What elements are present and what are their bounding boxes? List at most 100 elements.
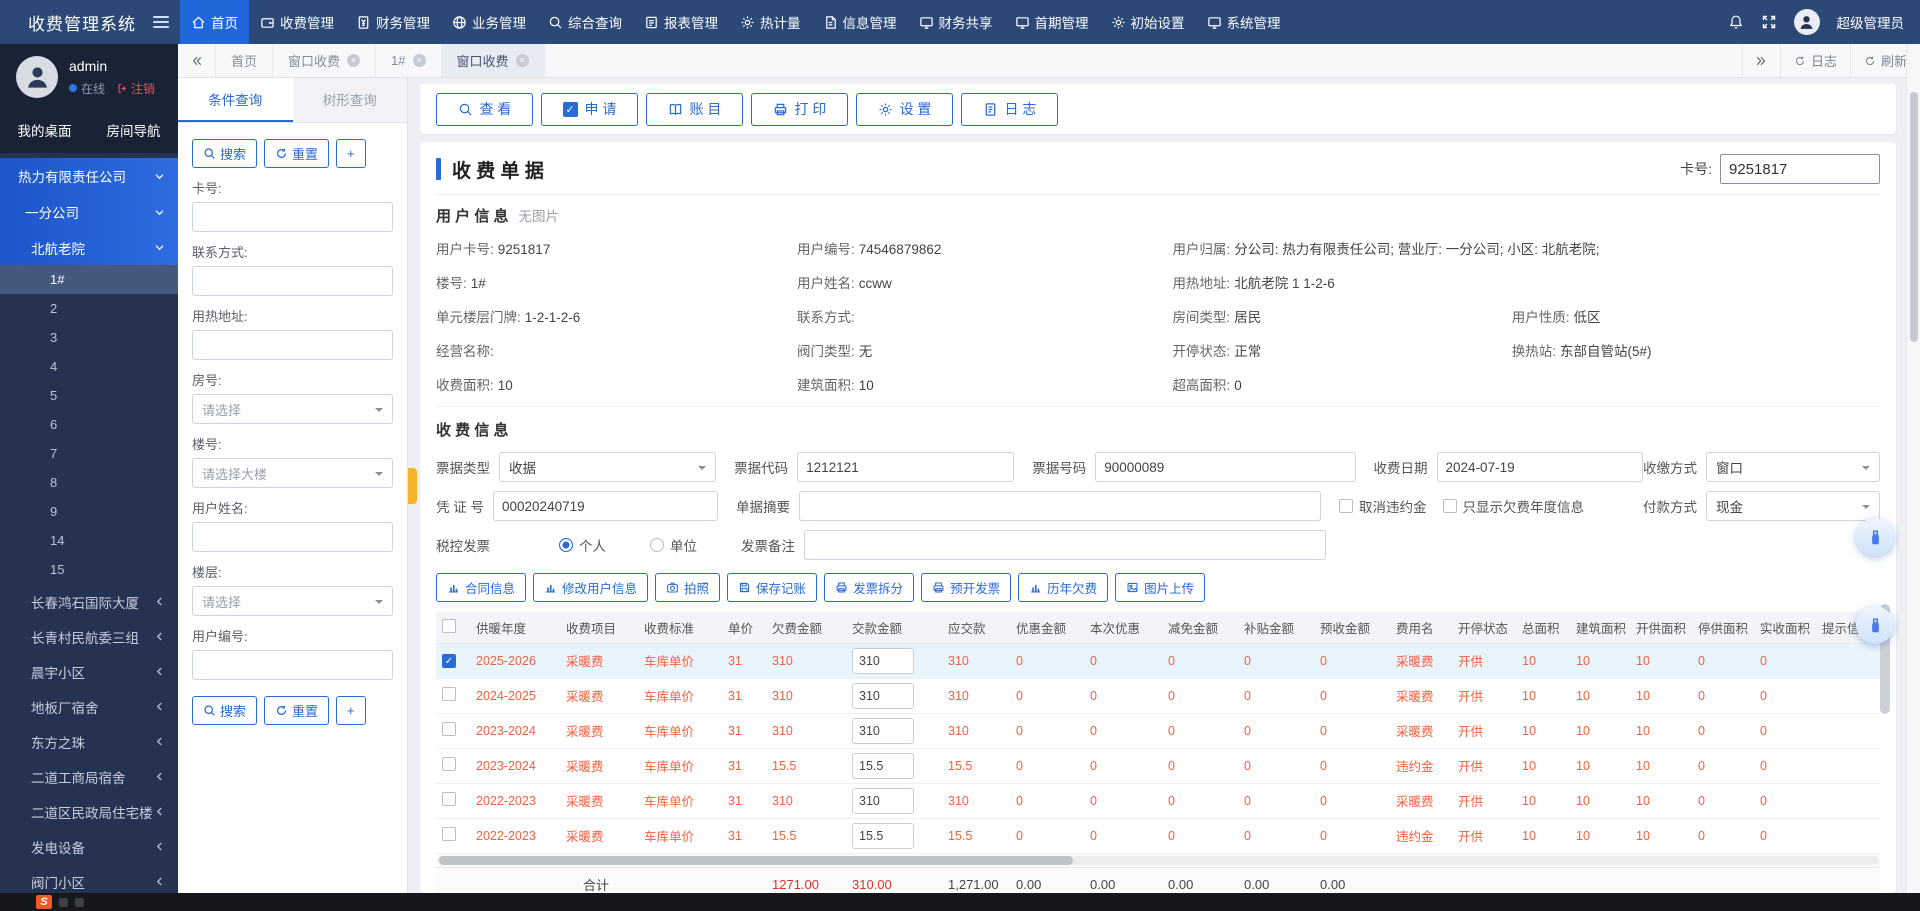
panel-collapse-handle[interactable] xyxy=(408,468,417,504)
action-button-3[interactable]: 保存记账 xyxy=(727,573,817,602)
query-search-button[interactable]: 搜索 xyxy=(192,139,257,168)
tree-item-6[interactable]: 4 xyxy=(0,352,178,381)
tree-item-21[interactable]: 发电设备 xyxy=(0,829,178,864)
column-header-arrears[interactable]: 欠费金额 xyxy=(766,612,846,643)
column-header-area_total[interactable]: 总面积 xyxy=(1516,612,1570,643)
card-reader-float-button-2[interactable] xyxy=(1856,606,1894,644)
tree-item-1[interactable]: 一分公司 xyxy=(0,194,178,230)
row-checkbox[interactable] xyxy=(442,722,456,736)
tree-item-20[interactable]: 二道区民政局住宅楼 xyxy=(0,794,178,829)
tax-invoice-company-radio[interactable]: 单位 xyxy=(650,535,697,555)
sidebar-tab-desktop[interactable]: 我的桌面 xyxy=(0,108,89,153)
tree-item-12[interactable]: 14 xyxy=(0,526,178,555)
tree-item-4[interactable]: 2 xyxy=(0,294,178,323)
cancel-penalty-checkbox[interactable]: 取消违约金 xyxy=(1339,496,1427,516)
tab-condition-query[interactable]: 条件查询 xyxy=(178,78,293,122)
column-header-pay[interactable]: 交款金额 xyxy=(846,612,942,643)
query-add-button[interactable]: + xyxy=(336,139,366,168)
action-button-2[interactable]: 拍照 xyxy=(655,573,720,602)
row-checkbox[interactable] xyxy=(442,757,456,771)
only-arrears-checkbox-box[interactable] xyxy=(1443,499,1457,513)
document-tab-2[interactable]: 1#× xyxy=(376,44,441,77)
collect-method-select[interactable]: 窗口 xyxy=(1706,452,1880,482)
row-checkbox[interactable] xyxy=(442,687,456,701)
action-button-4[interactable]: 发票拆分 xyxy=(824,573,914,602)
topnav-item-11[interactable]: 系统管理 xyxy=(1196,0,1292,44)
pay-method-select[interactable]: 现金 xyxy=(1706,491,1880,521)
page-scrollbar-thumb[interactable] xyxy=(1910,92,1918,342)
query-field-select-3[interactable]: 请选择 xyxy=(192,394,393,424)
action-button-5[interactable]: 预开发票 xyxy=(921,573,1011,602)
row-checkbox[interactable] xyxy=(442,827,456,841)
topnav-item-3[interactable]: 业务管理 xyxy=(441,0,537,44)
close-icon[interactable]: × xyxy=(516,54,529,67)
table-row-2[interactable]: 2023-2024采暖费车库单价3131031000000采暖费开供101010… xyxy=(436,713,1880,748)
pay-amount-input[interactable] xyxy=(852,823,914,849)
tree-item-0[interactable]: 热力有限责任公司 xyxy=(0,158,178,194)
column-header-onoff[interactable]: 开停状态 xyxy=(1452,612,1516,643)
document-tab-3[interactable]: 窗口收费× xyxy=(442,44,545,77)
topnav-item-5[interactable]: 报表管理 xyxy=(633,0,729,44)
cancel-penalty-checkbox-box[interactable] xyxy=(1339,499,1353,513)
pay-amount-input[interactable] xyxy=(852,648,914,674)
fullscreen-icon[interactable] xyxy=(1761,14,1777,30)
tree-item-13[interactable]: 15 xyxy=(0,555,178,584)
column-header-fee_name[interactable]: 费用名 xyxy=(1390,612,1452,643)
user-avatar[interactable] xyxy=(1794,9,1820,35)
pay-amount-input[interactable] xyxy=(852,753,914,779)
column-header-standard[interactable]: 收费标准 xyxy=(638,612,722,643)
row-checkbox[interactable] xyxy=(442,792,456,806)
table-row-4[interactable]: 2022-2023采暖费车库单价3131031000000采暖费开供101010… xyxy=(436,783,1880,818)
log-button[interactable]: 日志 xyxy=(1780,44,1850,77)
column-header-subsidy[interactable]: 补贴金额 xyxy=(1238,612,1314,643)
card-no-input[interactable] xyxy=(1720,154,1880,184)
invoice-note-input[interactable] xyxy=(804,530,1326,560)
close-icon[interactable]: × xyxy=(413,54,426,67)
close-icon[interactable]: × xyxy=(347,54,360,67)
tree-item-11[interactable]: 9 xyxy=(0,497,178,526)
tree-item-9[interactable]: 7 xyxy=(0,439,178,468)
summary-input[interactable] xyxy=(799,491,1321,521)
horizontal-scrollbar-thumb[interactable] xyxy=(439,856,1073,865)
column-header-year[interactable]: 供暖年度 xyxy=(470,612,560,643)
document-tab-1[interactable]: 窗口收费× xyxy=(273,44,376,77)
topnav-item-7[interactable]: 信息管理 xyxy=(812,0,908,44)
menu-toggle-icon[interactable] xyxy=(142,0,180,44)
query-field-select-6[interactable]: 请选择 xyxy=(192,586,393,616)
sidebar-avatar[interactable] xyxy=(16,56,58,98)
tree-item-2[interactable]: 北航老院 xyxy=(0,230,178,265)
topnav-item-9[interactable]: 首期管理 xyxy=(1004,0,1100,44)
column-header-area_actual[interactable]: 实收面积 xyxy=(1754,612,1816,643)
doc-type-select[interactable]: 收据 xyxy=(499,452,716,482)
tabs-scroll-left-icon[interactable] xyxy=(178,44,216,77)
tree-item-10[interactable]: 8 xyxy=(0,468,178,497)
column-header-this_discount[interactable]: 本次优惠 xyxy=(1084,612,1162,643)
toolbar-button-3[interactable]: 打 印 xyxy=(751,93,848,126)
column-header-area_open[interactable]: 开供面积 xyxy=(1630,612,1692,643)
query-field-input-7[interactable] xyxy=(192,650,393,680)
tax-invoice-personal-radio[interactable]: 个人 xyxy=(559,535,606,555)
query-field-input-1[interactable] xyxy=(192,266,393,296)
query-reset-button-bottom[interactable]: 重置 xyxy=(264,696,329,725)
ime-icon[interactable]: S xyxy=(36,895,52,909)
voucher-input[interactable] xyxy=(493,491,718,521)
topnav-item-10[interactable]: 初始设置 xyxy=(1100,0,1196,44)
column-header-area_build[interactable]: 建筑面积 xyxy=(1570,612,1630,643)
column-header-price[interactable]: 单价 xyxy=(722,612,766,643)
query-reset-button[interactable]: 重置 xyxy=(264,139,329,168)
topnav-item-0[interactable]: 首页 xyxy=(180,0,249,44)
tree-item-3[interactable]: 1# xyxy=(0,265,178,294)
tabs-scroll-right-icon[interactable] xyxy=(1742,44,1780,77)
tree-item-18[interactable]: 东方之珠 xyxy=(0,724,178,759)
tree-item-15[interactable]: 长青村民航委三组 xyxy=(0,619,178,654)
column-header-area_stop[interactable]: 停供面积 xyxy=(1692,612,1754,643)
tree-item-8[interactable]: 6 xyxy=(0,410,178,439)
query-field-select-4[interactable]: 请选择大楼 xyxy=(192,458,393,488)
table-row-3[interactable]: 2023-2024采暖费车库单价3115.515.500000违约金开供1010… xyxy=(436,748,1880,783)
page-scrollbar[interactable] xyxy=(1906,44,1920,893)
column-header-prepaid[interactable]: 预收金额 xyxy=(1314,612,1390,643)
toolbar-button-0[interactable]: 查 看 xyxy=(436,93,533,126)
pay-amount-input[interactable] xyxy=(852,788,914,814)
action-button-0[interactable]: 合同信息 xyxy=(436,573,526,602)
ime-tool-icon-2[interactable] xyxy=(75,898,84,907)
